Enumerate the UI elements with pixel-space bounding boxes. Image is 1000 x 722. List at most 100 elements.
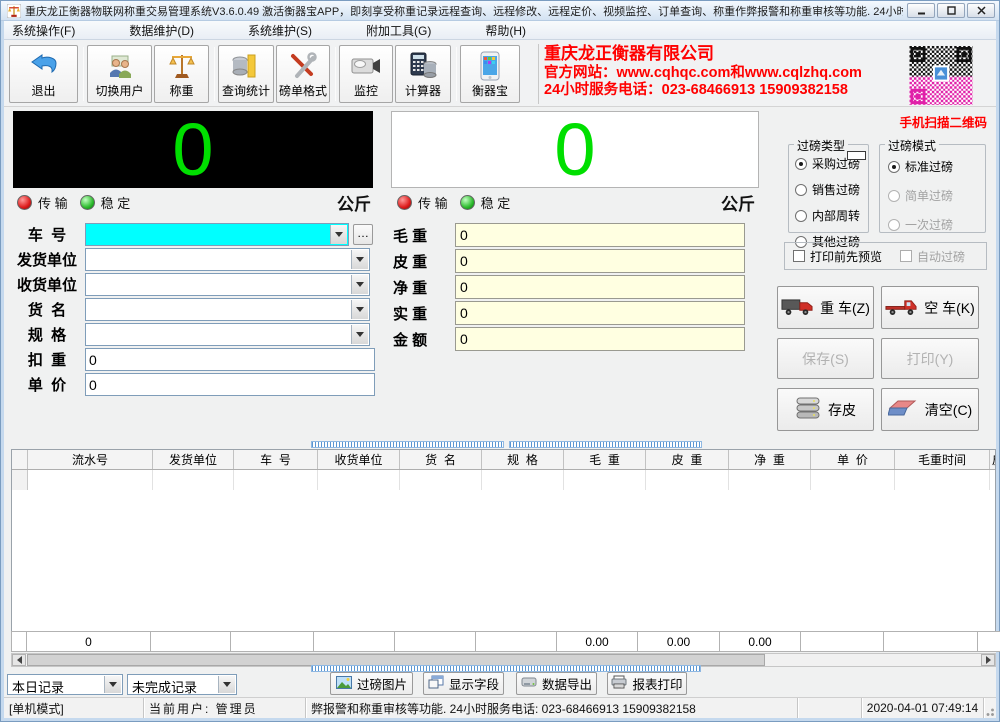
chevron-down-icon[interactable] xyxy=(330,225,347,244)
statusbar: [单机模式] 当前用户: 管理员 弊报警和称重审核等功能. 24小时服务电话: … xyxy=(4,697,996,718)
menu-system[interactable]: 系统操作(F) xyxy=(12,22,75,39)
calculator-label: 计算器 xyxy=(405,82,441,99)
sender-row: 发货单位 xyxy=(9,248,370,271)
weigh-photos-button[interactable]: 过磅图片 xyxy=(330,672,413,695)
summary-serial: 0 xyxy=(26,631,151,652)
net-input[interactable] xyxy=(455,275,745,299)
deduct-input[interactable] xyxy=(85,348,375,371)
weigh-mode-once[interactable]: 一次过磅 xyxy=(888,216,953,233)
weigh-type-mini-button[interactable] xyxy=(847,151,866,160)
scale-app-button[interactable]: 衡器宝 xyxy=(460,45,520,103)
plate-combo[interactable] xyxy=(85,223,349,246)
plate-more-button[interactable]: … xyxy=(353,224,373,245)
calculator-button[interactable]: 计算器 xyxy=(395,45,451,103)
data-export-button[interactable]: 数据导出 xyxy=(516,672,597,695)
chevron-down-icon[interactable] xyxy=(218,676,235,693)
menu-help[interactable]: 帮助(H) xyxy=(485,22,526,39)
col-serial[interactable]: 流水号 xyxy=(28,450,153,469)
ticket-format-button[interactable]: 磅单格式 xyxy=(276,45,330,103)
exit-button[interactable]: 退出 xyxy=(9,45,78,103)
col-gross-time[interactable]: 毛重时间 xyxy=(895,450,990,469)
checkbox-icon xyxy=(793,250,805,262)
actual-label: 实 重 xyxy=(393,303,455,324)
status-datetime: 2020-04-01 07:49:14 xyxy=(862,698,984,718)
query-stats-button[interactable]: 查询统计 xyxy=(218,45,274,103)
exit-label: 退出 xyxy=(31,82,55,99)
actual-input[interactable] xyxy=(455,301,745,325)
amount-input[interactable] xyxy=(455,327,745,351)
maximize-button[interactable] xyxy=(937,3,965,18)
toolbar-separator xyxy=(456,47,457,101)
amount-label: 金 额 xyxy=(393,329,455,350)
grid-filter-strip[interactable] xyxy=(311,665,701,672)
transmit-label: 传 输 xyxy=(418,193,448,212)
weigh-button[interactable]: 称重 xyxy=(154,45,209,103)
resize-grip[interactable] xyxy=(983,705,995,717)
col-sender[interactable]: 发货单位 xyxy=(153,450,234,469)
print-button[interactable]: 打印(Y) xyxy=(881,338,979,379)
col-goods[interactable]: 货 名 xyxy=(400,450,482,469)
preview-before-print-checkbox[interactable]: 打印前先预览 xyxy=(793,248,882,265)
close-button[interactable] xyxy=(967,3,995,18)
weigh-mode-standard[interactable]: 标准过磅 xyxy=(888,158,953,175)
weigh-type-internal[interactable]: 内部周转 xyxy=(795,207,860,224)
stable-led-icon xyxy=(460,195,475,210)
col-price[interactable]: 单 价 xyxy=(811,450,895,469)
sender-label: 发货单位 xyxy=(9,249,85,270)
exit-arrow-icon xyxy=(29,49,59,82)
weigh-label: 称重 xyxy=(169,82,193,99)
titlebar: 重庆龙正衡器物联网称重交易管理系统V3.6.0.49 激活衡器宝APP，即刻享受… xyxy=(1,1,999,21)
toolbar-separator xyxy=(83,47,84,101)
spec-combo[interactable] xyxy=(85,323,370,346)
auto-weigh-checkbox[interactable]: 自动过磅 xyxy=(900,248,965,265)
tare-input[interactable] xyxy=(455,249,745,273)
net-row: 净 重 xyxy=(393,275,745,299)
unit-label: 公斤 xyxy=(721,190,755,215)
goods-combo[interactable] xyxy=(85,298,370,321)
loaded-truck-button[interactable]: 重 车(Z) xyxy=(777,286,874,329)
col-gross[interactable]: 毛 重 xyxy=(564,450,646,469)
price-input[interactable] xyxy=(85,373,375,396)
grid-filter-strip[interactable] xyxy=(509,441,702,448)
summary-net: 0.00 xyxy=(719,631,801,652)
sender-combo[interactable] xyxy=(85,248,370,271)
col-tare-time[interactable]: 皮重时间 xyxy=(990,450,996,469)
switch-user-button[interactable]: 切换用户 xyxy=(87,45,152,103)
report-print-button[interactable]: 报表打印 xyxy=(607,672,687,695)
monitor-button[interactable]: 监控 xyxy=(339,45,393,103)
chevron-down-icon[interactable] xyxy=(351,300,368,319)
chevron-down-icon[interactable] xyxy=(351,250,368,269)
col-receiver[interactable]: 收货单位 xyxy=(318,450,400,469)
save-tare-button[interactable]: 存皮 xyxy=(777,388,874,431)
unit-label: 公斤 xyxy=(337,190,371,215)
col-tare[interactable]: 皮 重 xyxy=(646,450,729,469)
chevron-down-icon[interactable] xyxy=(351,275,368,294)
menu-data[interactable]: 数据维护(D) xyxy=(129,22,194,39)
minimize-button[interactable] xyxy=(907,3,935,18)
chevron-down-icon[interactable] xyxy=(104,676,121,693)
col-net[interactable]: 净 重 xyxy=(729,450,811,469)
menu-tools[interactable]: 附加工具(G) xyxy=(366,22,431,39)
gross-label: 毛 重 xyxy=(393,225,455,246)
weigh-type-sale[interactable]: 销售过磅 xyxy=(795,181,860,198)
chevron-down-icon[interactable] xyxy=(351,325,368,344)
gross-input[interactable] xyxy=(455,223,745,247)
record-range-combo[interactable]: 本日记录 xyxy=(7,674,123,695)
tare-row: 皮 重 xyxy=(393,249,745,273)
price-label: 单 价 xyxy=(9,374,85,395)
show-fields-button[interactable]: 显示字段 xyxy=(423,672,504,695)
col-plate[interactable]: 车 号 xyxy=(234,450,318,469)
record-status-combo[interactable]: 未完成记录 xyxy=(127,674,237,695)
switch-user-label: 切换用户 xyxy=(95,82,143,99)
receiver-combo[interactable] xyxy=(85,273,370,296)
menu-maintenance[interactable]: 系统维护(S) xyxy=(248,22,312,39)
scale-display-right: 0 xyxy=(391,111,759,188)
clear-button[interactable]: 清空(C) xyxy=(881,388,979,431)
save-button[interactable]: 保存(S) xyxy=(777,338,874,379)
grid-filter-strip[interactable] xyxy=(311,441,504,448)
empty-truck-button[interactable]: 空 车(K) xyxy=(881,286,979,329)
scroll-right-icon[interactable] xyxy=(981,654,995,666)
scroll-left-icon[interactable] xyxy=(12,654,26,666)
weigh-mode-simple[interactable]: 简单过磅 xyxy=(888,187,953,204)
col-spec[interactable]: 规 格 xyxy=(482,450,564,469)
